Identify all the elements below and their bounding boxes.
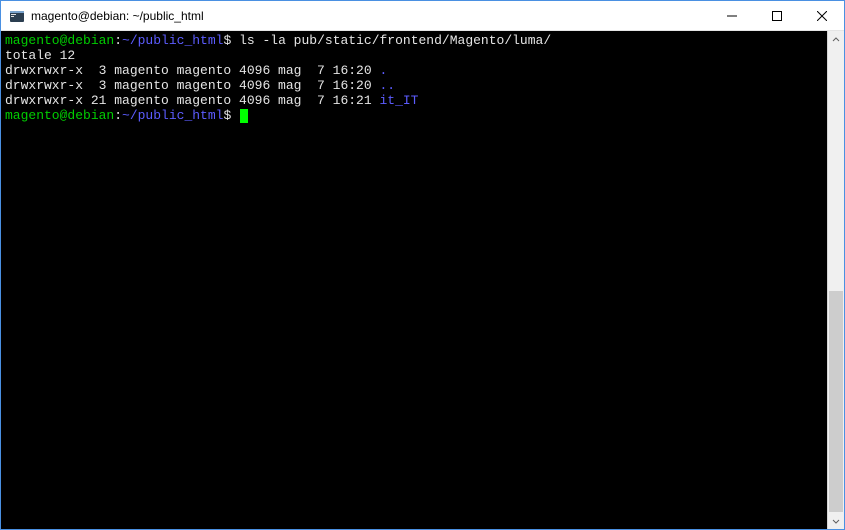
maximize-icon [772, 11, 782, 21]
window-title: magento@debian: ~/public_html [31, 9, 204, 23]
scroll-down-button[interactable] [828, 512, 844, 529]
titlebar-left: magento@debian: ~/public_html [9, 8, 204, 24]
prompt-user-host: magento@debian [5, 33, 114, 48]
chevron-up-icon [832, 36, 840, 44]
prompt-line: magento@debian:~/public_html$ [5, 108, 823, 123]
listing-name: .. [379, 78, 395, 93]
vertical-scrollbar[interactable] [827, 31, 844, 529]
scroll-thumb[interactable] [829, 291, 843, 512]
prompt-suffix: $ [223, 108, 231, 123]
terminal-area: magento@debian:~/public_html$ ls -la pub… [1, 31, 844, 529]
minimize-icon [727, 11, 737, 21]
app-icon [9, 8, 25, 24]
prompt-sep: : [114, 108, 122, 123]
prompt-suffix: $ [223, 33, 231, 48]
listing-name: it_IT [379, 93, 418, 108]
listing-row: drwxrwxr-x 3 magento magento 4096 mag 7 … [5, 63, 823, 78]
terminal[interactable]: magento@debian:~/public_html$ ls -la pub… [1, 31, 827, 529]
cursor [240, 109, 248, 123]
window-controls [709, 1, 844, 30]
total-line: totale 12 [5, 48, 823, 63]
maximize-button[interactable] [754, 1, 799, 30]
listing-row: drwxrwxr-x 21 magento magento 4096 mag 7… [5, 93, 823, 108]
prompt-user-host: magento@debian [5, 108, 114, 123]
chevron-down-icon [832, 517, 840, 525]
close-icon [817, 11, 827, 21]
prompt-sep: : [114, 33, 122, 48]
command-text: ls -la pub/static/frontend/Magento/luma/ [239, 33, 551, 48]
prompt-path: ~/public_html [122, 33, 223, 48]
window-titlebar: magento@debian: ~/public_html [1, 1, 844, 31]
listing-row: drwxrwxr-x 3 magento magento 4096 mag 7 … [5, 78, 823, 93]
listing-name: . [379, 63, 387, 78]
command-line: magento@debian:~/public_html$ ls -la pub… [5, 33, 823, 48]
scroll-up-button[interactable] [828, 31, 844, 48]
minimize-button[interactable] [709, 1, 754, 30]
prompt-path: ~/public_html [122, 108, 223, 123]
close-button[interactable] [799, 1, 844, 30]
